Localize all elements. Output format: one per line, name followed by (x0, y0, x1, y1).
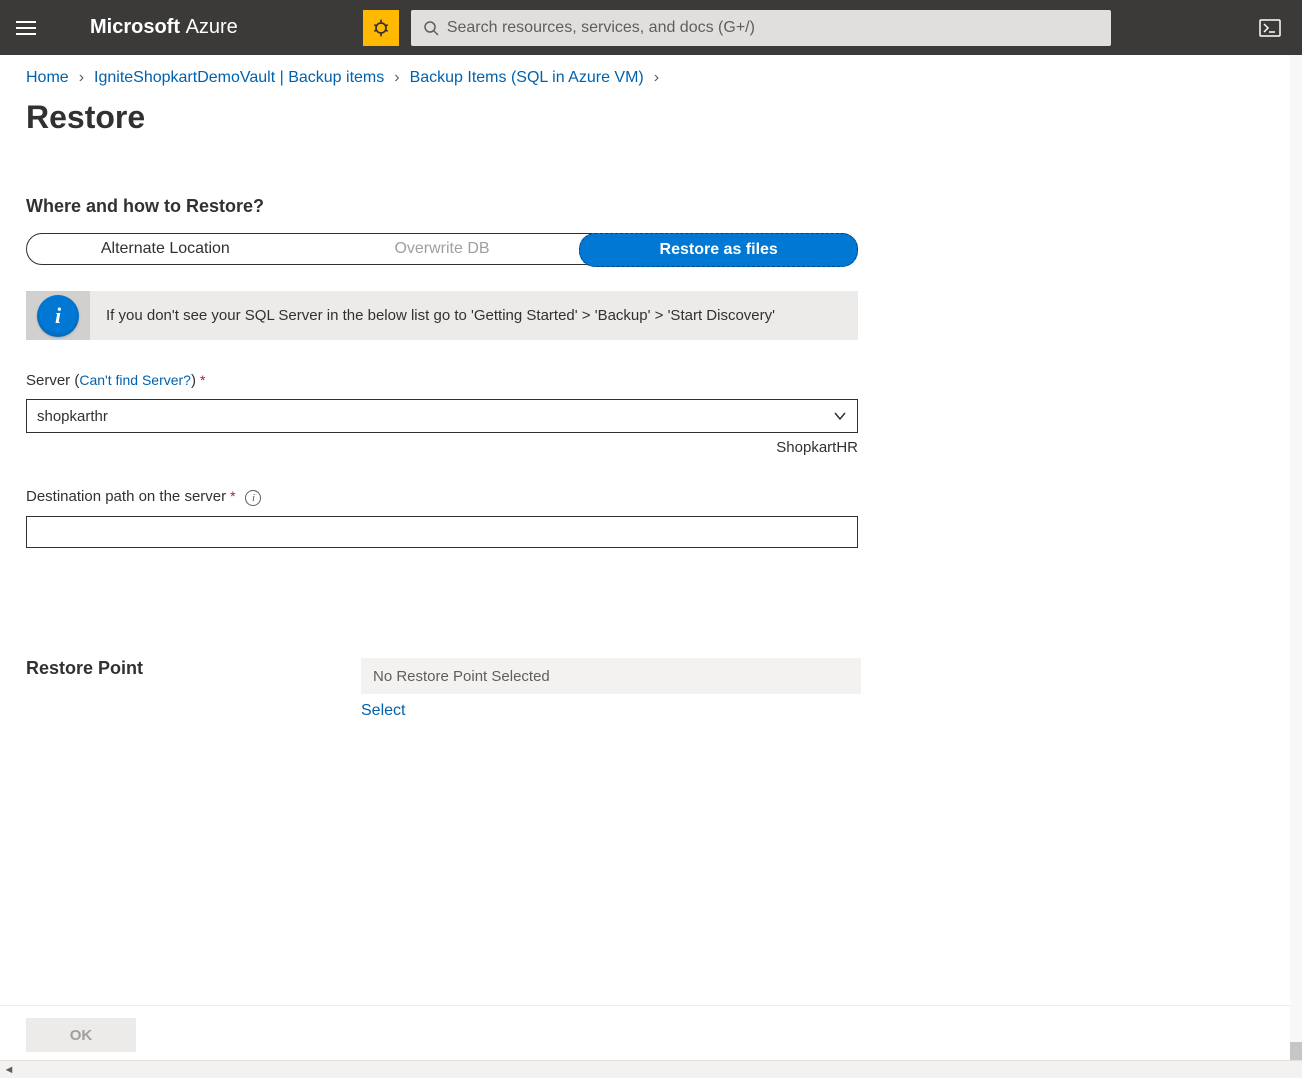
cant-find-server-link[interactable]: Can't find Server? (79, 372, 191, 388)
ok-button[interactable]: OK (26, 1018, 136, 1052)
top-bar: Microsoft Azure (0, 0, 1302, 55)
page-title: Restore (0, 93, 1302, 136)
info-icon-cell: i (26, 291, 90, 340)
brand-light: Azure (186, 16, 238, 38)
breadcrumb-home[interactable]: Home (26, 69, 69, 87)
brand-title: Microsoft Azure (90, 16, 238, 39)
global-search[interactable] (411, 10, 1111, 46)
bug-icon (371, 18, 391, 38)
required-indicator: * (200, 372, 205, 388)
destination-path-field: Destination path on the server* i (26, 488, 874, 548)
server-select[interactable]: shopkarthr (26, 399, 858, 433)
server-label-prefix: Server ( (26, 372, 79, 389)
destination-path-label: Destination path on the server (26, 488, 226, 505)
breadcrumb-vault[interactable]: IgniteShopkartDemoVault | Backup items (94, 69, 384, 87)
footer-bar: OK (0, 1005, 1290, 1052)
brand-bold: Microsoft (90, 16, 186, 38)
restore-point-label: Restore Point (26, 658, 361, 679)
chevron-right-icon: › (394, 69, 399, 87)
chevron-down-icon (833, 408, 847, 424)
search-input[interactable] (447, 19, 1099, 37)
destination-path-input[interactable] (26, 516, 858, 548)
info-icon: i (37, 295, 79, 337)
info-banner-text: If you don't see your SQL Server in the … (90, 291, 791, 340)
vertical-scrollbar[interactable] (1290, 55, 1302, 1060)
report-bug-button[interactable] (363, 10, 399, 46)
hamburger-menu-icon[interactable] (16, 16, 40, 40)
info-banner: i If you don't see your SQL Server in th… (26, 291, 858, 340)
search-icon (423, 20, 439, 36)
tab-alternate-location[interactable]: Alternate Location (27, 234, 304, 264)
tab-overwrite-db[interactable]: Overwrite DB (304, 234, 581, 264)
breadcrumb: Home › IgniteShopkartDemoVault | Backup … (0, 55, 1302, 93)
select-restore-point-link[interactable]: Select (361, 702, 405, 720)
server-field: Server (Can't find Server?)* shopkarthr … (26, 372, 874, 456)
required-indicator: * (230, 488, 235, 504)
chevron-right-icon: › (79, 69, 84, 87)
server-select-value: shopkarthr (37, 408, 108, 425)
scroll-left-icon[interactable]: ◄ (2, 1063, 16, 1077)
info-tooltip-icon[interactable]: i (245, 490, 261, 506)
chevron-right-icon: › (654, 69, 659, 87)
content-area: Where and how to Restore? Alternate Loca… (0, 136, 900, 720)
server-caption: ShopkartHR (26, 439, 858, 456)
horizontal-scrollbar[interactable]: ◄ (0, 1060, 1302, 1078)
restore-point-value: No Restore Point Selected (361, 658, 861, 694)
breadcrumb-backup-items[interactable]: Backup Items (SQL in Azure VM) (410, 69, 644, 87)
section-heading: Where and how to Restore? (26, 196, 874, 217)
tab-restore-as-files[interactable]: Restore as files (579, 233, 858, 267)
cloud-shell-button[interactable] (1254, 12, 1286, 44)
cloud-shell-icon (1259, 19, 1281, 37)
restore-point-section: Restore Point No Restore Point Selected … (26, 658, 874, 720)
server-label-suffix: ) (191, 372, 196, 389)
restore-mode-tabs: Alternate Location Overwrite DB Restore … (26, 233, 858, 265)
